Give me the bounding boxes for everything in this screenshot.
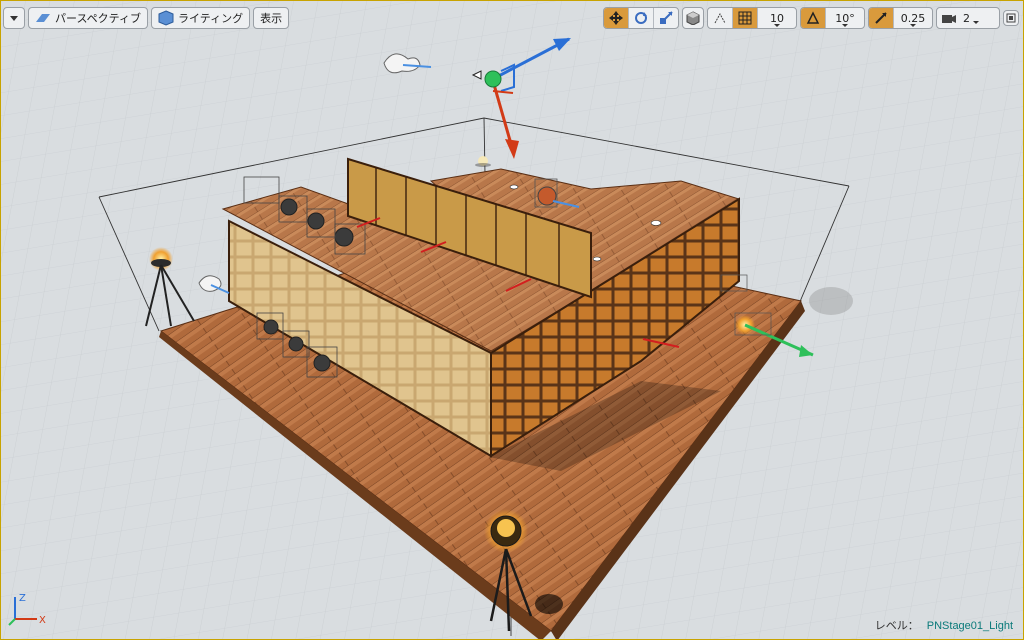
grid-snap-value[interactable]: 10 (758, 8, 796, 28)
rotation-snap-group: 10° (800, 7, 865, 29)
level-name: PNStage01_Light (926, 620, 1013, 632)
maximize-icon (1004, 10, 1018, 26)
scale-snap-group: 0.25 (868, 7, 933, 29)
axis-z-label: Z (19, 593, 26, 604)
show-label: 表示 (260, 12, 283, 25)
scale-snap-value[interactable]: 0.25 (894, 8, 932, 28)
translate-mode-button[interactable] (604, 8, 629, 28)
level-viewport[interactable]: パースペクティブ ライティング 表示 10 10° 0.25 2 Z X レベル… (0, 0, 1024, 640)
rotate-mode-button[interactable] (629, 8, 654, 28)
maximize-viewport-button[interactable] (1003, 10, 1019, 26)
level-label: レベル： (874, 620, 919, 632)
camera-speed-value: 2 (957, 12, 995, 25)
scale-mode-button[interactable] (654, 8, 678, 28)
level-status: レベル： PNStage01_Light (875, 617, 1013, 633)
surface-snap-icon (712, 10, 728, 26)
grid-snap-group: 10 (707, 7, 797, 29)
angle-icon (805, 10, 821, 26)
axis-indicator: Z X (8, 593, 46, 626)
perspective-icon (35, 10, 51, 26)
grid-icon (737, 10, 753, 26)
lit-mode-button[interactable]: ライティング (151, 7, 251, 29)
lit-sphere-icon (158, 10, 174, 26)
viewport-options-button[interactable] (3, 7, 25, 29)
coordinate-system-button[interactable] (682, 7, 704, 29)
move-icon (608, 10, 624, 26)
viewport-toolbar-left: パースペクティブ ライティング 表示 (3, 6, 290, 30)
view-mode-button[interactable]: パースペクティブ (28, 7, 149, 29)
scale-snap-toggle[interactable] (869, 8, 894, 28)
cube-icon (685, 10, 701, 26)
surface-snap-button[interactable] (708, 8, 733, 28)
axis-x-label: X (39, 615, 46, 626)
show-button[interactable]: 表示 (253, 7, 290, 29)
lit-mode-label: ライティング (178, 12, 244, 25)
rotation-snap-value[interactable]: 10° (826, 8, 864, 28)
scale-icon (658, 10, 674, 26)
scale-snap-icon (873, 10, 889, 26)
scene-render[interactable] (1, 1, 1024, 640)
camera-icon (941, 10, 957, 26)
camera-speed-group: 2 (936, 7, 1000, 29)
dropdown-arrow-icon (6, 10, 22, 26)
camera-speed-button[interactable]: 2 (937, 8, 999, 28)
view-mode-label: パースペクティブ (55, 12, 142, 25)
transform-mode-group (603, 7, 679, 29)
grid-snap-toggle[interactable] (733, 8, 758, 28)
rotation-snap-toggle[interactable] (801, 8, 826, 28)
viewport-toolbar-right: 10 10° 0.25 2 (603, 6, 1019, 30)
rotate-icon (633, 10, 649, 26)
